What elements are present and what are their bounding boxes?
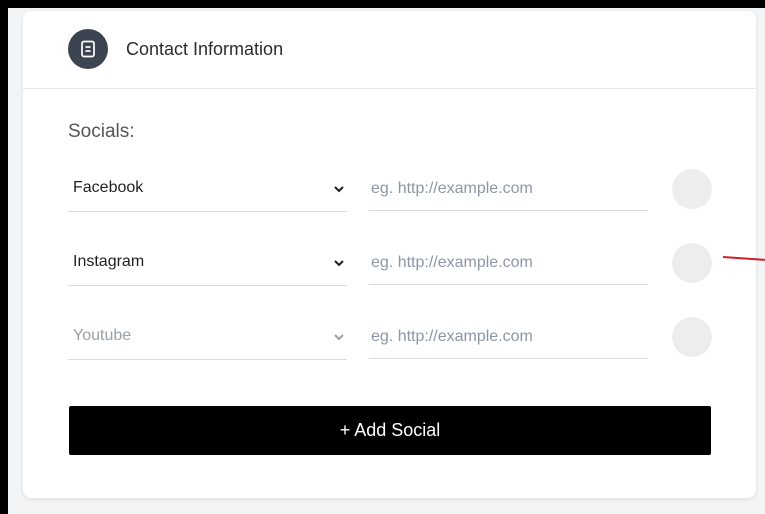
social-url-input[interactable] — [369, 167, 648, 211]
social-row: Facebook — [68, 167, 712, 212]
platform-select[interactable]: Instagram — [68, 241, 347, 286]
page-viewport: Contact Information Socials: Facebook In… — [8, 8, 765, 514]
remove-social-button[interactable] — [672, 317, 712, 357]
social-url-input[interactable] — [369, 241, 648, 285]
social-row: Instagram — [68, 241, 712, 286]
contact-information-card: Contact Information Socials: Facebook In… — [23, 11, 756, 498]
remove-social-button[interactable] — [672, 243, 712, 283]
remove-social-button[interactable] — [672, 169, 712, 209]
platform-select[interactable]: Youtube — [68, 315, 347, 360]
social-url-input[interactable] — [369, 315, 648, 359]
chevron-down-icon — [334, 334, 344, 341]
card-header: Contact Information — [23, 11, 756, 89]
contact-book-icon — [68, 29, 108, 69]
chevron-down-icon — [334, 260, 344, 267]
add-social-button[interactable]: + Add Social — [69, 406, 711, 455]
platform-select-value: Youtube — [73, 327, 132, 344]
card-title: Contact Information — [126, 39, 284, 59]
socials-label: Socials: — [68, 121, 135, 142]
platform-select-value: Instagram — [73, 253, 145, 270]
contact-book-glyph — [81, 40, 95, 58]
platform-select-value: Facebook — [73, 179, 144, 196]
platform-select[interactable]: Facebook — [68, 167, 347, 212]
social-row: Youtube — [68, 315, 712, 360]
chevron-down-icon — [334, 186, 344, 193]
